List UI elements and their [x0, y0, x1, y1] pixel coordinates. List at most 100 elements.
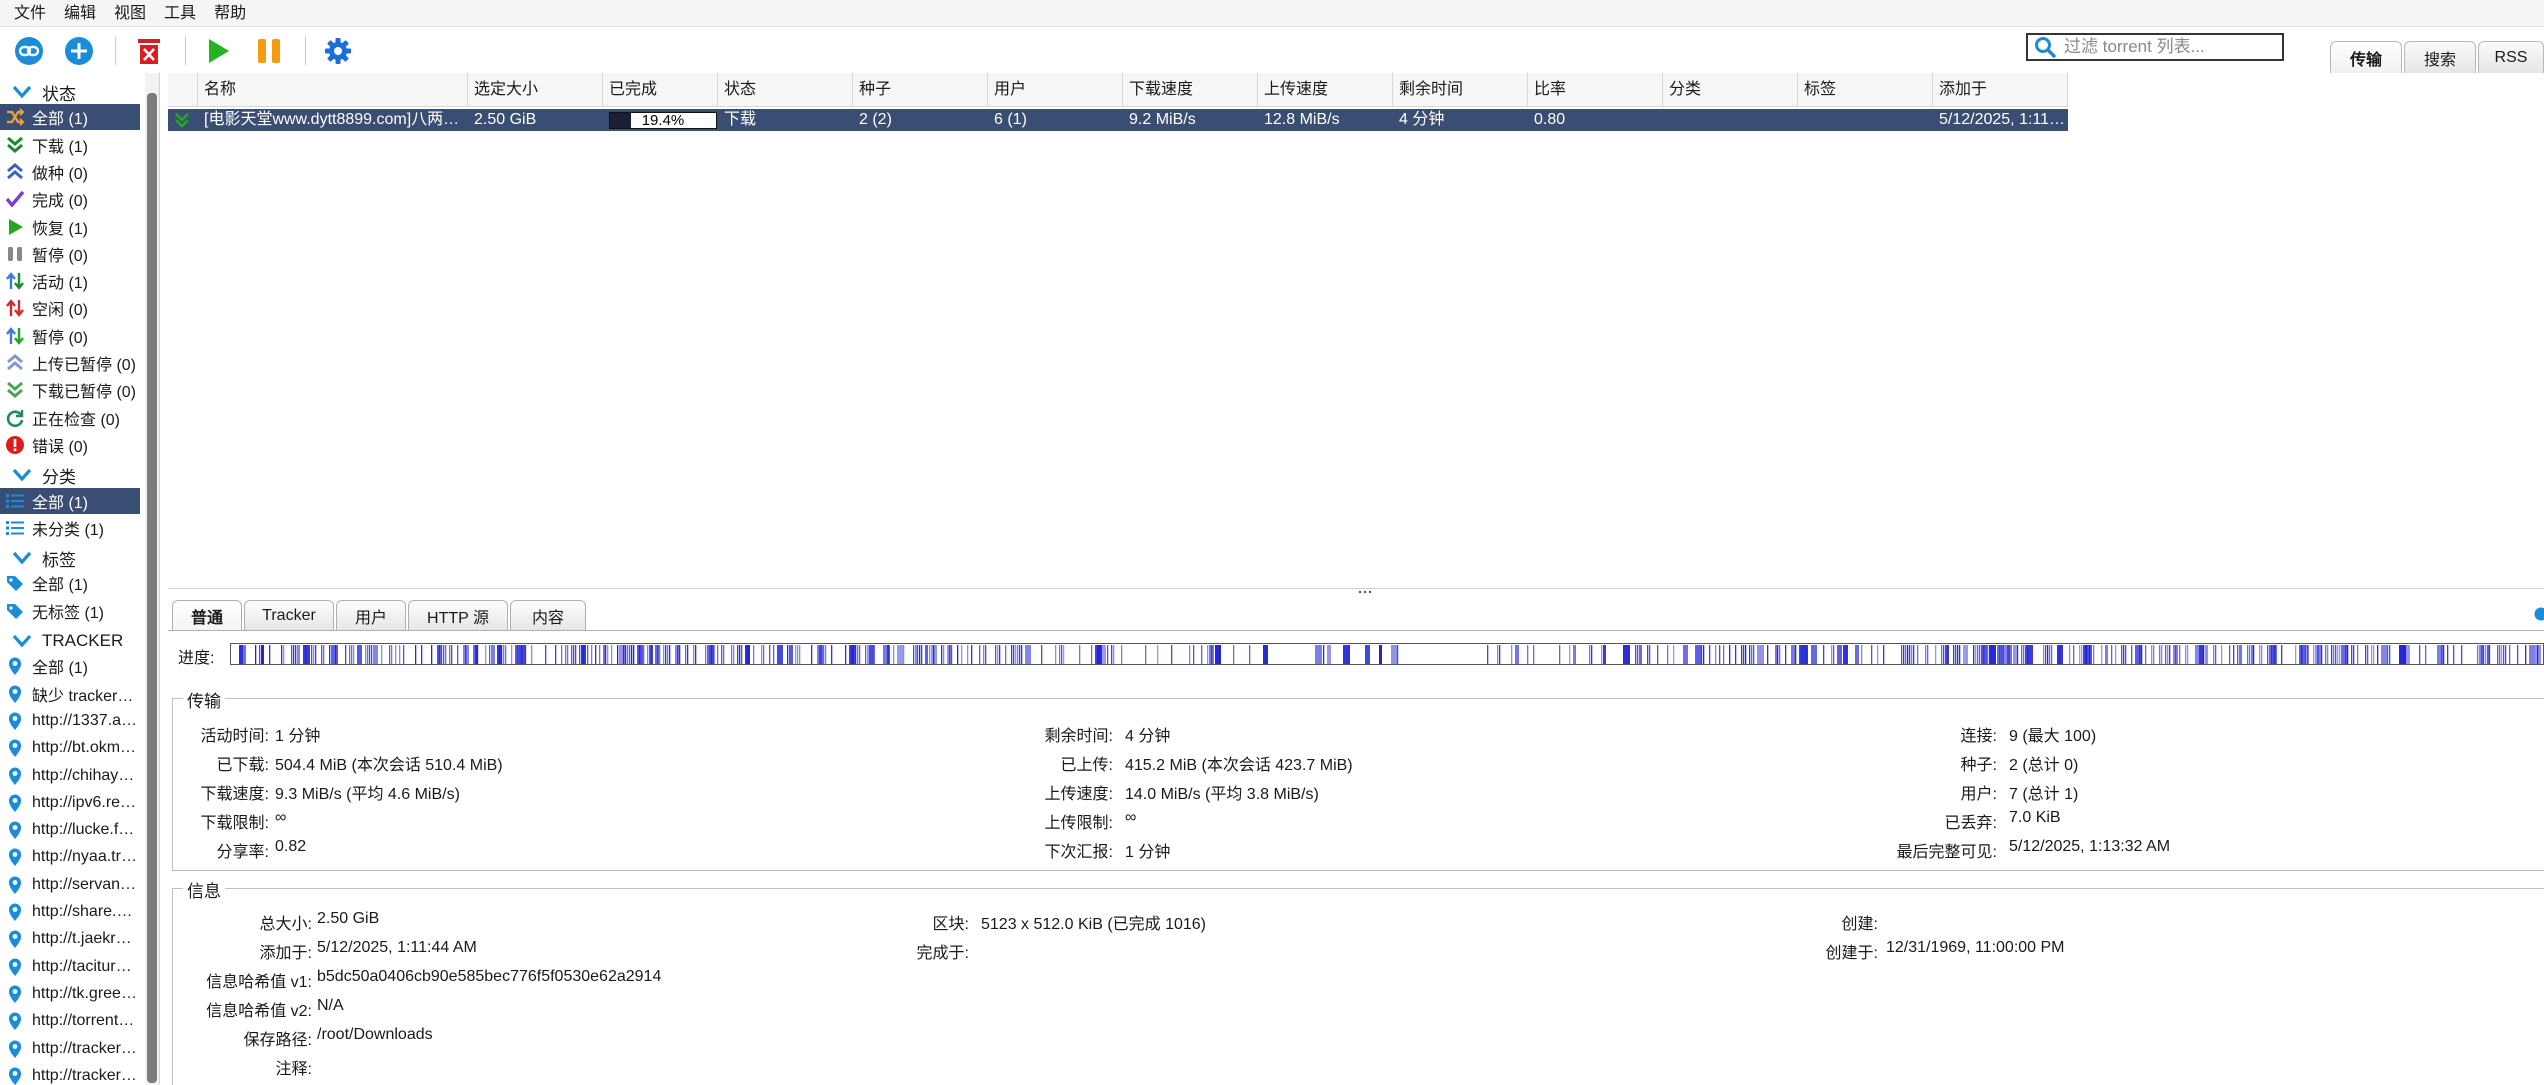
tab-general[interactable]: 普通 [172, 600, 242, 630]
pause-button[interactable] [252, 34, 286, 68]
tab-rss[interactable]: RSS [2478, 41, 2544, 73]
torrent-up-speed: 12.8 MiB/s [1264, 111, 1340, 128]
tab-http-sources[interactable]: HTTP 源 [408, 600, 508, 630]
piece-mark [281, 645, 283, 664]
status-section-header[interactable]: 状态 [0, 79, 145, 105]
piece-mark [929, 645, 931, 664]
piece-mark [1997, 645, 2004, 664]
delete-button[interactable] [132, 34, 166, 68]
menu-file[interactable]: 文件 [8, 0, 58, 27]
piece-mark [369, 645, 371, 664]
status-filter-item[interactable]: 上传已暂停 (0) [0, 350, 140, 376]
tab-peers[interactable]: 用户 [336, 600, 406, 630]
status-filter-item[interactable]: 做种 (0) [0, 159, 140, 185]
add-link-button[interactable] [12, 34, 46, 68]
resume-button[interactable] [201, 34, 235, 68]
tab-search[interactable]: 搜索 [2404, 41, 2476, 73]
panel-splitter[interactable] [168, 588, 2544, 595]
category-filter-item[interactable]: 未分类 (1) [0, 515, 140, 541]
piece-mark [2213, 645, 2215, 664]
options-button[interactable] [321, 34, 355, 68]
column-header-peers[interactable]: 用户 [988, 73, 1123, 107]
piece-mark [1779, 645, 1781, 664]
torrent-name: [电影天堂www.dytt8899.com]八两… [204, 111, 460, 128]
piece-mark [2089, 645, 2091, 664]
sidebar-scroll-thumb[interactable] [147, 93, 157, 1083]
torrent-ratio: 0.80 [1534, 111, 1566, 128]
piece-mark [1999, 645, 2001, 664]
piece-mark [2167, 645, 2169, 664]
piece-mark [545, 645, 547, 664]
sidebar-item-icon [5, 298, 25, 318]
piece-mark [1903, 645, 1905, 664]
column-header-added[interactable]: 添加于 [1933, 73, 2068, 107]
piece-mark [595, 645, 597, 664]
tag-section-header[interactable]: 标签 [0, 545, 145, 571]
piece-mark [705, 645, 707, 664]
column-header-tags[interactable]: 标签 [1798, 73, 1933, 107]
tab-transfers[interactable]: 传输 [2330, 41, 2402, 73]
menu-tools[interactable]: 工具 [158, 0, 208, 27]
piece-mark [555, 645, 557, 664]
piece-mark [2187, 645, 2189, 664]
status-filter-item[interactable]: 暂停 (0) [0, 241, 140, 267]
category-filter-item[interactable]: 全部 (1) [0, 487, 140, 514]
piece-mark [985, 645, 987, 664]
piece-mark [255, 645, 257, 664]
table-row[interactable]: [电影天堂www.dytt8899.com]八两… 2.50 GiB 19.4%… [168, 109, 2068, 131]
piece-mark [311, 645, 313, 664]
category-section-header[interactable]: 分类 [0, 462, 145, 488]
menu-view[interactable]: 视图 [108, 0, 158, 27]
piece-mark [1861, 645, 1863, 664]
column-header-icon[interactable] [168, 73, 198, 107]
status-filter-item[interactable]: 暂停 (0) [0, 323, 140, 349]
piece-mark [565, 645, 567, 664]
status-filter-item[interactable]: 活动 (1) [0, 268, 140, 294]
tracker-filter-item[interactable]: http://servan… [0, 872, 140, 898]
torrent-progress-text: 19.4% [641, 111, 685, 129]
tracker-filter-item[interactable]: 全部 (1) [0, 653, 140, 679]
status-filter-item[interactable]: 完成 (0) [0, 186, 140, 212]
status-filter-item[interactable]: 下载 (1) [0, 132, 140, 158]
status-filter-item[interactable]: 全部 (1) [0, 104, 140, 131]
piece-mark [2221, 645, 2223, 664]
column-header-down-speed[interactable]: 下载速度 [1123, 73, 1258, 107]
piece-mark [1059, 645, 1061, 664]
column-header-name[interactable]: 名称 [198, 73, 468, 107]
column-header-status[interactable]: 状态 [718, 73, 853, 107]
column-header-ratio[interactable]: 比率 [1528, 73, 1663, 107]
tracker-section-header[interactable]: TRACKER [0, 628, 145, 654]
tag-filter-item[interactable]: 全部 (1) [0, 570, 140, 596]
scroll-right-icon[interactable] [2534, 607, 2544, 621]
sidebar-item-label: 下载已暂停 (0) [32, 384, 137, 402]
status-filter-item[interactable]: 下载已暂停 (0) [0, 377, 140, 403]
column-header-seeds[interactable]: 种子 [853, 73, 988, 107]
status-filter-item[interactable]: 恢复 (1) [0, 214, 140, 240]
piece-mark [1113, 645, 1115, 664]
column-header-category[interactable]: 分类 [1663, 73, 1798, 107]
piece-mark [1101, 645, 1106, 664]
piece-mark [2367, 645, 2369, 664]
piece-mark [1639, 645, 1642, 664]
tab-content[interactable]: 内容 [510, 600, 586, 630]
column-header-size[interactable]: 选定大小 [468, 73, 603, 107]
status-filter-item[interactable]: 空闲 (0) [0, 295, 140, 321]
add-torrent-button[interactable] [62, 34, 96, 68]
column-header-progress[interactable]: 已完成 [603, 73, 718, 107]
tag-filter-item[interactable]: 无标签 (1) [0, 598, 140, 624]
tracker-filter-item[interactable]: 缺少 tracker… [0, 681, 140, 707]
column-header-up-speed[interactable]: 上传速度 [1258, 73, 1393, 107]
tab-trackers[interactable]: Tracker [244, 600, 334, 630]
filter-input[interactable] [2064, 37, 2274, 57]
piece-mark [2045, 645, 2047, 664]
status-filter-item[interactable]: 正在检查 (0) [0, 405, 140, 431]
torrent-peers: 6 (1) [994, 111, 1027, 128]
menu-help[interactable]: 帮助 [208, 0, 258, 27]
status-filter-item[interactable]: 错误 (0) [0, 432, 140, 458]
piece-mark [2295, 645, 2297, 664]
piece-mark [2123, 645, 2125, 664]
column-header-eta[interactable]: 剩余时间 [1393, 73, 1528, 107]
menu-edit[interactable]: 编辑 [58, 0, 108, 27]
downloading-icon [175, 113, 189, 128]
piece-mark [631, 645, 633, 664]
